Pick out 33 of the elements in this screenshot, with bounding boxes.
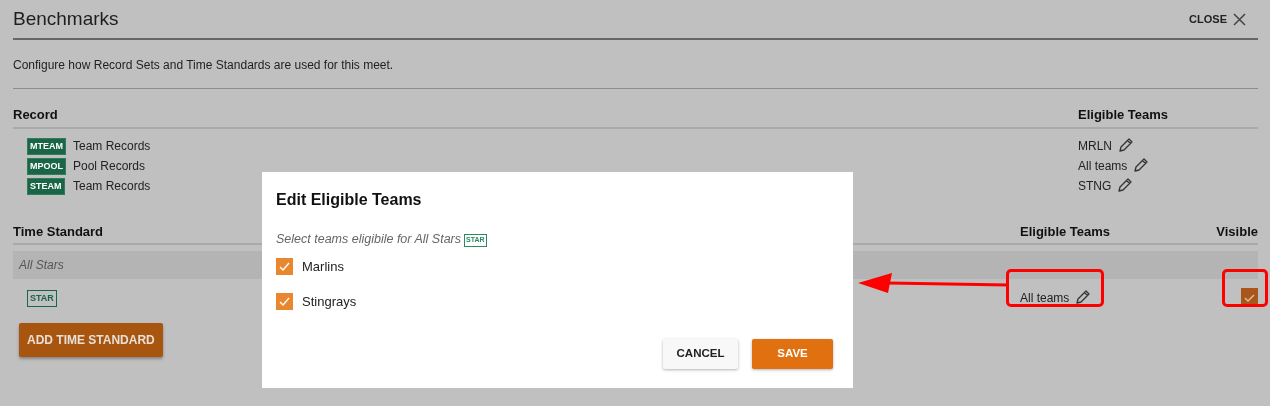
add-time-standard-button[interactable]: ADD TIME STANDARD: [19, 323, 163, 357]
eligible-teams-text: STNG: [1078, 178, 1112, 193]
record-name: Team Records: [73, 137, 151, 155]
pencil-icon[interactable]: [1118, 136, 1134, 153]
close-icon: [1233, 12, 1246, 26]
column-header: Record: [13, 107, 58, 122]
team-label: Stingrays: [302, 293, 357, 311]
team-label: Marlins: [302, 258, 344, 276]
page-title: Benchmarks: [13, 6, 119, 31]
eligible-teams-text: MRLN: [1078, 138, 1112, 153]
pencil-icon[interactable]: [1117, 176, 1134, 193]
team-checkbox[interactable]: [276, 258, 293, 276]
eligible-teams-text: All teams: [1020, 291, 1070, 305]
eligible-teams-text: All teams: [1078, 158, 1128, 173]
column-header: Time Standard: [13, 223, 104, 239]
record-name: Pool Records: [73, 157, 146, 175]
time-standard-badge: STAR: [27, 289, 57, 307]
team-checkbox[interactable]: [276, 293, 293, 311]
record-name: Team Records: [73, 177, 151, 195]
dialog-title: Edit Eligible Teams: [276, 190, 423, 210]
column-header: Eligible Teams: [1078, 107, 1169, 122]
record-code-badge: STEAM: [27, 178, 65, 195]
highlight-box: [1222, 269, 1268, 307]
close-button[interactable]: CLOSE: [1189, 10, 1246, 28]
prompt-text: Select teams eligibile for All Stars: [276, 232, 462, 246]
column-header: Eligible Teams: [1020, 223, 1111, 239]
column-header: Visible: [1216, 223, 1258, 239]
record-code-badge: MPOOL: [27, 158, 66, 175]
pencil-icon[interactable]: [1075, 289, 1092, 305]
record-code-badge: MTEAM: [27, 138, 66, 155]
cancel-button[interactable]: CANCEL: [663, 339, 738, 369]
description-text: Configure how Record Sets and Time Standards are used for this meet.: [13, 40, 1258, 89]
pencil-icon[interactable]: [1133, 156, 1150, 173]
